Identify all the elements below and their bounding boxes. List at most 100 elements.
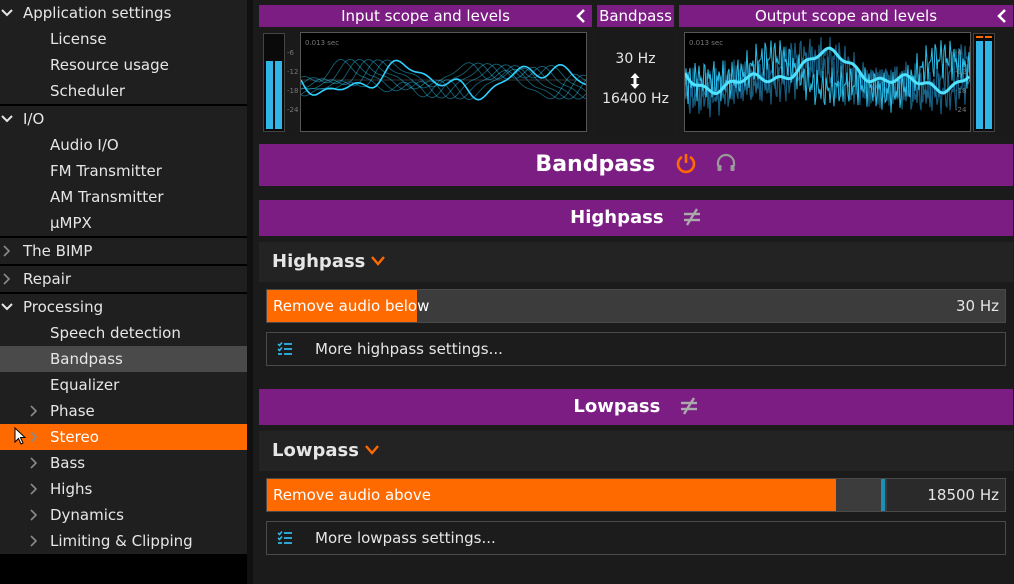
sidebar-item-label: Bandpass: [50, 350, 123, 368]
sidebar-item-repair[interactable]: Repair: [0, 266, 247, 292]
sidebar-item-label: FM Transmitter: [50, 162, 162, 180]
chevron-left-icon[interactable]: [574, 5, 588, 27]
more-highpass-settings-label: More highpass settings...: [315, 340, 503, 358]
sidebar-item-label: Dynamics: [50, 506, 124, 524]
sidebar-item-i-o[interactable]: I/O: [0, 106, 247, 132]
sidebar-item-label: Resource usage: [50, 56, 169, 74]
chevron-right-icon[interactable]: [27, 398, 41, 424]
sidebar-item-label: Audio I/O: [50, 136, 119, 154]
highpass-section-header[interactable]: Highpass: [259, 242, 1013, 282]
sidebar-item-highs[interactable]: Highs: [0, 476, 247, 502]
chevron-right-icon[interactable]: [27, 450, 41, 476]
sidebar-item-label: Bass: [50, 454, 86, 472]
up-down-arrow-icon: [630, 73, 640, 89]
db-tick-label: -6: [287, 49, 294, 57]
bandpass-mini-title: Bandpass: [599, 7, 672, 25]
sidebar-item-resource-usage[interactable]: Resource usage: [0, 52, 247, 78]
sidebar-item-bandpass[interactable]: Bandpass: [0, 346, 247, 372]
sidebar-item-bass[interactable]: Bass: [0, 450, 247, 476]
db-tick-label: -12: [287, 68, 299, 76]
settings-list-icon: [277, 530, 292, 544]
sidebar-footer: [0, 554, 247, 584]
sidebar-item-dynamics[interactable]: Dynamics: [0, 502, 247, 528]
sidebar-item-fm-transmitter[interactable]: FM Transmitter: [0, 158, 247, 184]
sidebar-item-processing[interactable]: Processing: [0, 294, 247, 320]
sidebar-item-speech-detection[interactable]: Speech detection: [0, 320, 247, 346]
chevron-right-icon[interactable]: [0, 266, 14, 292]
sidebar-item-label: Highs: [50, 480, 93, 498]
output-scope-time-label: 0.013 sec: [689, 39, 724, 47]
output-waveform: [685, 36, 970, 118]
db-tick-label: -24: [955, 106, 967, 114]
chevron-right-icon[interactable]: [27, 528, 41, 554]
highpass-frequency-slider[interactable]: Remove audio below 30 Hz: [266, 289, 1006, 323]
sidebar-item-label: License: [50, 30, 107, 48]
sidebar-item-license[interactable]: License: [0, 26, 247, 52]
bandpass-range-panel: 30 Hz 16400 Hz: [597, 27, 674, 136]
pane-splitter[interactable]: [247, 0, 253, 584]
sidebar-item-am-transmitter[interactable]: AM Transmitter: [0, 184, 247, 210]
sidebar-item-label: Limiting & Clipping: [50, 532, 193, 550]
lowpass-bar: Lowpass: [259, 389, 1013, 425]
more-lowpass-settings-button[interactable]: More lowpass settings...: [266, 521, 1006, 555]
not-equal-icon[interactable]: [682, 207, 702, 227]
sidebar-item-label: Speech detection: [50, 324, 181, 342]
sidebar-item-scheduler[interactable]: Scheduler: [0, 78, 247, 104]
db-tick-label: -12: [955, 68, 967, 76]
input-scope-header: Input scope and levels: [259, 5, 592, 27]
sidebar-item-mpx[interactable]: μMPX: [0, 210, 247, 236]
sidebar-item-label: Application settings: [23, 4, 172, 22]
sidebar-item-application-settings[interactable]: Application settings: [0, 0, 247, 26]
sidebar-item-label: Equalizer: [50, 376, 120, 394]
sidebar-item-label: Processing: [23, 298, 104, 316]
chevron-right-icon[interactable]: [27, 424, 41, 450]
chevron-down-icon[interactable]: [0, 106, 14, 132]
sidebar-item-label: μMPX: [50, 214, 92, 232]
sidebar-item-the-bimp[interactable]: The BIMP: [0, 238, 247, 264]
waveform-trace: [301, 58, 586, 100]
sidebar-item-phase[interactable]: Phase: [0, 398, 247, 424]
chevron-left-icon[interactable]: [995, 5, 1009, 27]
lowpass-section-title: Lowpass: [272, 440, 359, 461]
settings-list-icon: [277, 341, 292, 355]
lowpass-slider-marker[interactable]: [881, 479, 885, 511]
output-level-meter: [973, 33, 995, 132]
chevron-down-icon[interactable]: [371, 256, 385, 266]
sidebar: Application settings License Resource usag…: [0, 0, 247, 584]
sidebar-item-equalizer[interactable]: Equalizer: [0, 372, 247, 398]
not-equal-icon[interactable]: [679, 396, 699, 416]
input-waveform: [301, 58, 586, 101]
output-scope-title: Output scope and levels: [754, 7, 938, 25]
sidebar-item-limiting-clipping[interactable]: Limiting & Clipping: [0, 528, 247, 554]
sidebar-item-label: I/O: [23, 110, 45, 128]
power-icon[interactable]: [675, 152, 697, 174]
chevron-right-icon[interactable]: [27, 476, 41, 502]
bandpass-header: Bandpass: [259, 144, 1013, 186]
db-tick-label: -18: [287, 87, 299, 95]
output-scope-panel: 0.013 sec -6 -12 -18 -24: [679, 27, 1013, 136]
chevron-down-icon[interactable]: [0, 0, 14, 26]
headphones-icon[interactable]: [715, 152, 737, 174]
lowpass-bar-title: Lowpass: [573, 396, 661, 417]
more-highpass-settings-button[interactable]: More highpass settings...: [266, 332, 1006, 366]
sidebar-item-label: AM Transmitter: [50, 188, 164, 206]
page-title: Bandpass: [535, 152, 656, 177]
chevron-right-icon[interactable]: [0, 238, 14, 264]
input-scope-title: Input scope and levels: [341, 7, 510, 25]
sidebar-item-audio-i-o[interactable]: Audio I/O: [0, 132, 247, 158]
highpass-bar-title: Highpass: [570, 207, 664, 228]
highpass-slider-label: Remove audio below: [273, 297, 430, 315]
db-tick-label: -18: [955, 87, 967, 95]
chevron-down-icon[interactable]: [365, 445, 379, 455]
sidebar-item-stereo[interactable]: Stereo: [0, 424, 247, 450]
waveform-trace: [301, 59, 586, 100]
waveform-trace: [301, 58, 586, 100]
chevron-down-icon[interactable]: [0, 294, 14, 320]
chevron-right-icon[interactable]: [27, 502, 41, 528]
highpass-section-title: Highpass: [272, 251, 366, 272]
lowpass-frequency-slider[interactable]: Remove audio above 18500 Hz: [266, 478, 1006, 512]
output-oscilloscope: 0.013 sec: [684, 32, 971, 132]
db-tick-label: -6: [955, 49, 962, 57]
lowpass-section-header[interactable]: Lowpass: [259, 431, 1013, 471]
lowpass-slider-label: Remove audio above: [273, 486, 431, 504]
